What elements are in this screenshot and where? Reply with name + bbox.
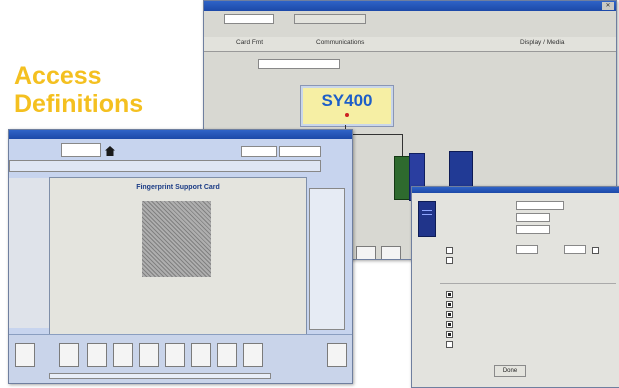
heading: Access Definitions	[14, 62, 143, 118]
feature-checkbox-5[interactable]	[446, 331, 453, 338]
reader-device-icon	[418, 201, 436, 237]
toolbar-icon[interactable]	[165, 343, 185, 367]
value-field[interactable]	[516, 245, 538, 254]
tab-display-media[interactable]: Display / Media	[520, 39, 564, 46]
status-dot-icon	[345, 113, 349, 117]
feature-checkbox-4[interactable]	[446, 321, 453, 328]
home-icon[interactable]	[105, 146, 115, 156]
toolbar-icon[interactable]	[327, 343, 347, 367]
toolbar-icon[interactable]	[139, 343, 159, 367]
heading-line-1: Access	[14, 62, 102, 90]
tab-communications[interactable]: Communications	[316, 39, 364, 46]
connector-line	[402, 134, 403, 156]
done-button[interactable]: Done	[494, 365, 526, 377]
toolbar-icon[interactable]	[59, 343, 79, 367]
connector-line	[345, 134, 403, 135]
dialog-title: Fingerprint Support Card	[136, 184, 220, 191]
heading-line-2: Definitions	[14, 90, 144, 118]
toolbar-icon[interactable]	[15, 343, 35, 367]
window-titlebar	[412, 187, 619, 193]
fingerprint-image	[142, 201, 211, 277]
feature-checkbox-3[interactable]	[446, 311, 453, 318]
feature-checkbox-1[interactable]	[446, 291, 453, 298]
right-panel	[309, 188, 345, 330]
reader-settings-window: Done	[411, 186, 619, 388]
close-icon[interactable]: ✕	[602, 2, 614, 10]
bottom-toolbar	[9, 334, 352, 383]
toolbar-icon[interactable]	[381, 246, 401, 259]
feature-checkbox-2[interactable]	[446, 301, 453, 308]
sidebar	[9, 178, 49, 328]
select-field[interactable]	[516, 213, 550, 222]
toolbar-icon[interactable]	[113, 343, 133, 367]
header-strip	[9, 160, 321, 172]
toolbar-icon[interactable]	[191, 343, 211, 367]
window-titlebar: ✕	[204, 1, 616, 11]
toolbar-icon[interactable]	[243, 343, 263, 367]
access-select[interactable]	[279, 146, 321, 157]
user-select[interactable]	[61, 143, 101, 157]
model-select[interactable]	[258, 59, 340, 69]
search-input[interactable]	[241, 146, 277, 157]
terminal-select[interactable]	[224, 14, 274, 24]
fingerprint-dialog: Fingerprint Support Card	[49, 177, 307, 335]
toolbar-icon[interactable]	[217, 343, 237, 367]
toolbar-icon[interactable]	[87, 343, 107, 367]
feature-checkbox-6[interactable]	[446, 341, 453, 348]
add-terminal-button[interactable]	[294, 14, 366, 24]
tab-row: Card Fmt Communications Display / Media	[204, 37, 616, 52]
option-checkbox[interactable]	[446, 257, 453, 264]
toolbar-icon[interactable]	[356, 246, 376, 259]
select-field[interactable]	[516, 225, 550, 234]
sy400-terminal[interactable]: SY400	[300, 85, 394, 127]
status-strip	[49, 373, 271, 379]
value-field[interactable]	[564, 245, 586, 254]
operator-window: Fingerprint Support Card	[8, 129, 353, 384]
description-field[interactable]	[516, 201, 564, 210]
window-titlebar	[9, 130, 352, 139]
group-divider	[440, 283, 616, 284]
option-checkbox[interactable]	[592, 247, 599, 254]
option-checkbox[interactable]	[446, 247, 453, 254]
tab-card-format[interactable]: Card Fmt	[236, 39, 263, 46]
sy400-label: SY400	[321, 91, 373, 110]
